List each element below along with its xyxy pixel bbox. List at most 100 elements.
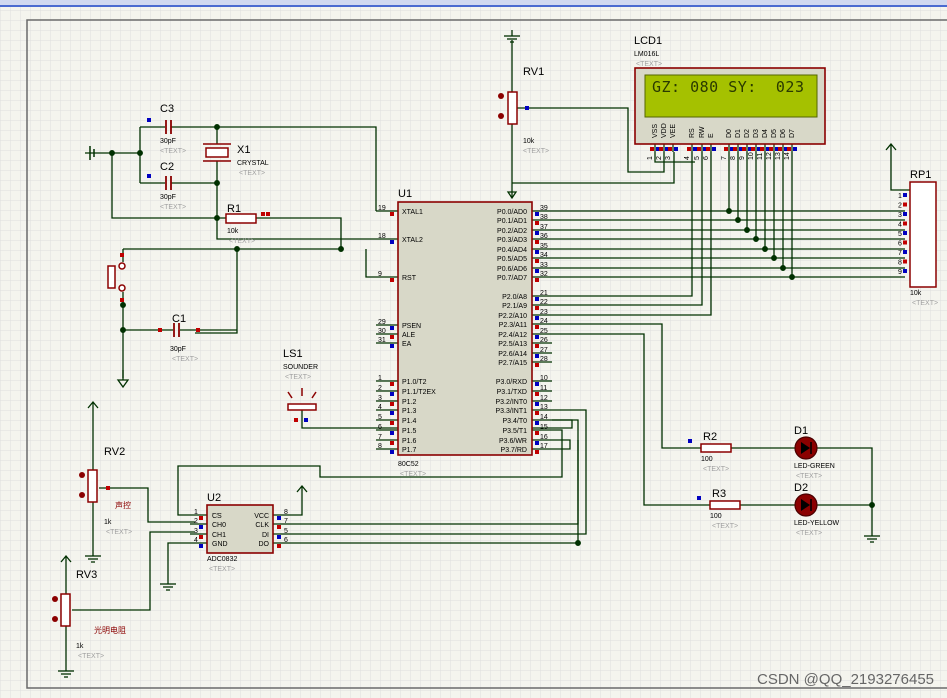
pin-marker <box>535 212 539 216</box>
crystal-body[interactable] <box>205 147 229 158</box>
pin-marker <box>304 418 308 422</box>
junction-dot <box>575 540 581 546</box>
rp1-resistor-pack[interactable] <box>909 181 937 288</box>
pin-marker <box>390 344 394 348</box>
pin-marker <box>535 431 539 435</box>
junction-dot <box>780 265 786 271</box>
u1-pin-number: 4 <box>378 404 382 411</box>
lcd-pin-number: 3 <box>665 156 672 160</box>
lcd-pin-label: D5 <box>771 129 778 138</box>
pin-marker <box>535 316 539 320</box>
lcd-pin-number: 1 <box>647 156 654 160</box>
u1-pin-number: 13 <box>540 404 548 411</box>
u1-pin-label: P1.4 <box>402 418 417 425</box>
lcd-pin-label: RS <box>689 128 696 138</box>
d2-part: LED-YELLOW <box>794 520 840 527</box>
lcd-ref: LCD1 <box>634 35 662 47</box>
pin-marker <box>535 450 539 454</box>
u1-pin-label: RST <box>402 275 417 282</box>
u1-pin-label: P1.6 <box>402 438 417 445</box>
pin-marker <box>390 326 394 330</box>
u1-pin-label: P2.1/A9 <box>502 303 527 310</box>
u1-pin-label: P3.4/T0 <box>502 418 527 425</box>
u1-pin-number: 25 <box>540 328 548 335</box>
pin-marker <box>390 450 394 454</box>
schematic-canvas[interactable]: GZ: 080 SY: 023 LCD1 LM016L <TEXT> VSS 1 VDD 2 V… <box>0 0 947 698</box>
potentiometer-body[interactable] <box>507 91 518 125</box>
u1-pin-number: 7 <box>378 434 382 441</box>
u1-pin-number: 8 <box>378 443 382 450</box>
lcd-pin-label: VSS <box>652 124 659 138</box>
resistor-body[interactable] <box>225 213 257 224</box>
x1-ref: X1 <box>237 144 250 156</box>
junction-dot <box>120 327 126 333</box>
c2-value: 30pF <box>160 194 176 201</box>
u2-pin-number: 8 <box>284 509 288 516</box>
pin-marker <box>535 402 539 406</box>
pin-marker <box>199 535 203 539</box>
lcd-pin-label: E <box>708 133 715 138</box>
u1-pin-label: P0.7/AD7 <box>497 275 527 282</box>
rv3-text-placeholder: <TEXT> <box>78 653 104 660</box>
u1-pin-label: P0.1/AD1 <box>497 218 527 225</box>
u1-pin-number: 36 <box>540 233 548 240</box>
junction-dot <box>771 255 777 261</box>
u1-pin-label: XTAL1 <box>402 209 423 216</box>
d1-part: LED-GREEN <box>794 463 835 470</box>
c3-ref: C3 <box>160 103 174 115</box>
u1-pin-label: P3.3/INT1 <box>495 408 527 415</box>
pin-marker <box>196 328 200 332</box>
u1-pin-number: 19 <box>378 205 386 212</box>
r2-text-placeholder: <TEXT> <box>703 466 729 473</box>
pin-marker <box>106 486 110 490</box>
u2-pin-label: CLK <box>255 522 269 529</box>
pin-marker <box>535 411 539 415</box>
u1-pin-number: 5 <box>378 414 382 421</box>
pin-marker <box>903 259 907 264</box>
d2-text-placeholder: <TEXT> <box>796 530 822 537</box>
u1-pin-label: ALE <box>402 332 416 339</box>
lcd-pin-label: D3 <box>753 129 760 138</box>
u1-pin-number: 21 <box>540 290 548 297</box>
r1-text-placeholder: <TEXT> <box>229 238 255 245</box>
u1-pin-label: P1.2 <box>402 399 417 406</box>
resistor-body[interactable] <box>700 443 732 453</box>
resistor-body[interactable] <box>709 500 741 510</box>
pin-marker <box>120 298 124 302</box>
pin-marker <box>277 525 281 529</box>
c2-ref: C2 <box>160 161 174 173</box>
pin-marker <box>199 525 203 529</box>
u1-pin-label: P0.2/AD2 <box>497 228 527 235</box>
sounder-body[interactable] <box>287 403 317 411</box>
c1-text-placeholder: <TEXT> <box>172 356 198 363</box>
lcd-pin-label: RW <box>699 126 706 138</box>
r3-ref: R3 <box>712 488 726 500</box>
lcd-part: LM016L <box>634 51 659 58</box>
rp1-ref: RP1 <box>910 169 931 181</box>
u2-pin-number: 1 <box>194 509 198 516</box>
r2-ref: R2 <box>703 431 717 443</box>
reset-button[interactable] <box>107 265 116 289</box>
u1-pin-label: PSEN <box>402 323 421 330</box>
u1-pin-label: P1.3 <box>402 408 417 415</box>
u1-pin-label: P2.5/A13 <box>498 341 527 348</box>
pin-marker <box>390 335 394 339</box>
potentiometer-body[interactable] <box>60 593 71 627</box>
pin-marker <box>787 147 791 151</box>
pin-marker <box>261 212 265 216</box>
u1-pin-number: 38 <box>540 214 548 221</box>
junction-dot <box>726 208 732 214</box>
u1-ref: U1 <box>398 188 412 200</box>
potentiometer-body[interactable] <box>87 469 98 503</box>
lcd-pin-number: 8 <box>730 156 737 160</box>
lcd-pin-number: 13 <box>775 152 782 160</box>
d1-text-placeholder: <TEXT> <box>796 473 822 480</box>
pin-marker <box>390 421 394 425</box>
pin-marker <box>277 535 281 539</box>
pin-marker <box>535 278 539 282</box>
pin-marker <box>535 297 539 301</box>
u1-pin-number: 37 <box>540 224 548 231</box>
pin-marker <box>535 354 539 358</box>
lcd-pin-label: VEE <box>670 124 677 138</box>
junction-dot <box>869 502 875 508</box>
